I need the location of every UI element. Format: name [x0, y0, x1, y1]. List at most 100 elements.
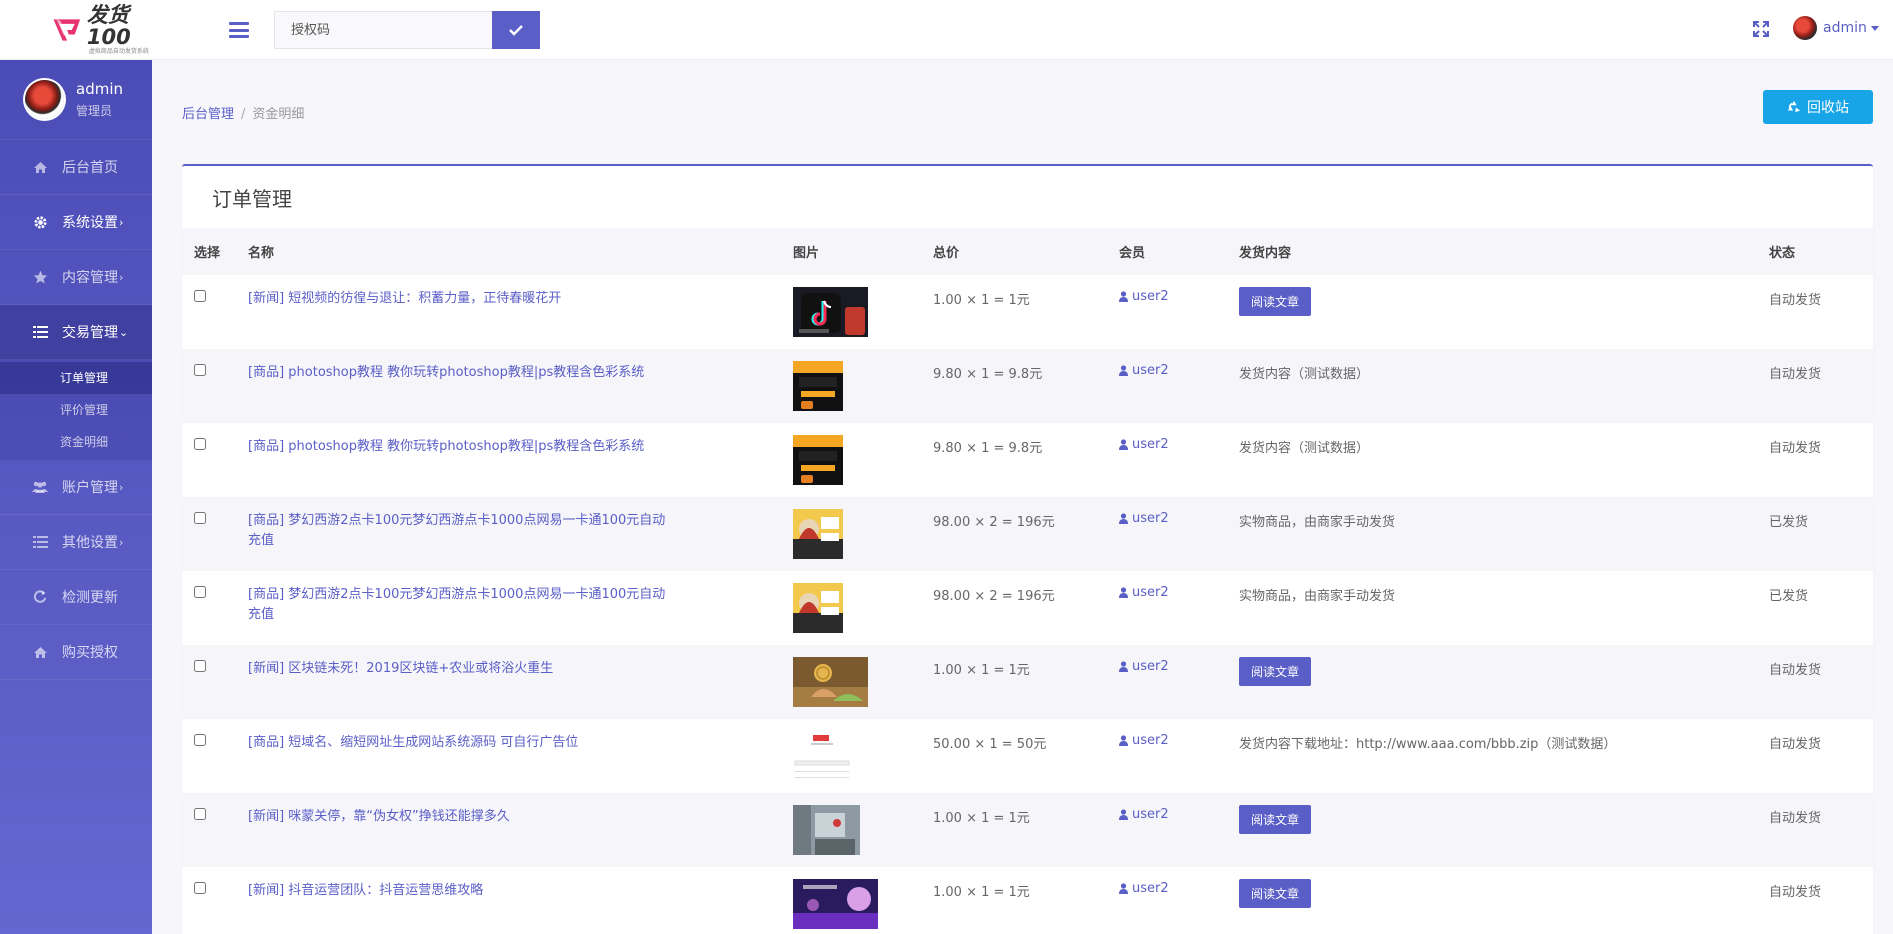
order-total: 1.00 × 1 = 1元	[933, 293, 1030, 308]
user-icon	[1119, 661, 1128, 672]
read-article-button[interactable]: 阅读文章	[1239, 657, 1312, 686]
column-header-name: 名称	[248, 246, 275, 261]
sidebar-item-system-settings[interactable]: 系统设置 ›	[0, 195, 152, 250]
member-link[interactable]: user2	[1119, 659, 1169, 674]
chevron-right-icon: ›	[119, 215, 124, 229]
order-name-link[interactable]: [新闻] 咪蒙关停，靠“伪女权”挣钱还能撑多久	[248, 807, 668, 827]
breadcrumb-current: 资金明细	[252, 107, 305, 122]
chevron-down-icon: ⌄	[119, 325, 129, 339]
member-link[interactable]: user2	[1119, 807, 1169, 822]
order-name-link[interactable]: [商品] 梦幻西游2点卡100元梦幻西游点卡1000点网易一卡通100元自动充值	[248, 585, 668, 625]
logo-title: 发货100	[86, 2, 131, 49]
member-name: user2	[1132, 289, 1169, 304]
sidebar: admin 管理员 后台首页 系统设置 › 内容管理 › 交易管理 ⌄ 订单管理…	[0, 60, 152, 934]
sidebar-item-label: 其他设置	[62, 535, 118, 551]
row-select-checkbox[interactable]	[194, 882, 206, 894]
member-name: user2	[1132, 437, 1169, 452]
table-row: [新闻] 抖音运营团队：抖音运营思维攻略 1.00 × 1 = 1元 user2…	[182, 867, 1873, 934]
read-article-button[interactable]: 阅读文章	[1239, 879, 1312, 908]
sidebar-item-other-settings[interactable]: 其他设置 ›	[0, 515, 152, 570]
user-icon	[1119, 513, 1128, 524]
order-status: 自动发货	[1769, 885, 1822, 900]
check-icon	[509, 25, 523, 36]
orders-card: 订单管理 选择 名称 图片 总价 会员 发货内容 状态 [新闻] 短视频的彷徨与…	[182, 164, 1873, 934]
license-code-input[interactable]	[274, 11, 492, 49]
sidebar-item-label: 购买授权	[62, 645, 118, 661]
breadcrumb-separator: /	[241, 107, 246, 122]
table-row: [商品] photoshop教程 教你玩转photoshop教程|ps教程含色彩…	[182, 349, 1873, 423]
logo-mark-icon	[53, 18, 81, 41]
row-select-checkbox[interactable]	[194, 586, 206, 598]
table-row: [新闻] 短视频的彷徨与退让：积蓄力量，正待春暖花开 1.00 × 1 = 1元…	[182, 275, 1873, 349]
delivery-content: 发货内容下载地址：http://www.aaa.com/bbb.zip（测试数据…	[1239, 737, 1617, 752]
submenu-item-reviews[interactable]: 评价管理	[0, 394, 152, 426]
table-row: [新闻] 区块链未死！2019区块链+农业或将浴火重生 1.00 × 1 = 1…	[182, 645, 1873, 719]
menu-toggle-icon[interactable]	[228, 19, 250, 41]
order-status: 自动发货	[1769, 737, 1822, 752]
order-name-link[interactable]: [新闻] 区块链未死！2019区块链+农业或将浴火重生	[248, 659, 668, 679]
recycle-bin-button[interactable]: 回收站	[1763, 90, 1873, 124]
member-link[interactable]: user2	[1119, 363, 1169, 378]
order-total: 9.80 × 1 = 9.8元	[933, 367, 1043, 382]
top-header: 发货100 虚拟商品自动发货系统 admin	[0, 0, 1893, 60]
sidebar-item-check-update[interactable]: 检测更新	[0, 570, 152, 625]
product-thumbnail	[793, 435, 933, 489]
product-thumbnail	[793, 657, 933, 711]
order-name-link[interactable]: [新闻] 抖音运营团队：抖音运营思维攻略	[248, 881, 668, 901]
member-name: user2	[1132, 881, 1169, 896]
submenu-item-orders[interactable]: 订单管理	[0, 362, 152, 394]
member-link[interactable]: user2	[1119, 881, 1169, 896]
order-total: 1.00 × 1 = 1元	[933, 663, 1030, 678]
row-select-checkbox[interactable]	[194, 438, 206, 450]
sidebar-item-dashboard[interactable]: 后台首页	[0, 140, 152, 195]
delivery-content: 发货内容（测试数据）	[1239, 441, 1370, 456]
order-name-link[interactable]: [商品] 短域名、缩短网址生成网站系统源码 可自行广告位	[248, 733, 668, 753]
column-header-image: 图片	[793, 246, 820, 261]
order-name-link[interactable]: [商品] 梦幻西游2点卡100元梦幻西游点卡1000点网易一卡通100元自动充值	[248, 511, 668, 551]
breadcrumb: 后台管理 / 资金明细	[182, 103, 304, 122]
sidebar-item-label: 内容管理	[62, 270, 118, 286]
table-row: [商品] 短域名、缩短网址生成网站系统源码 可自行广告位 50.00 × 1 =…	[182, 719, 1873, 793]
sidebar-item-content[interactable]: 内容管理 ›	[0, 250, 152, 305]
order-status: 已发货	[1769, 515, 1809, 530]
row-select-checkbox[interactable]	[194, 290, 206, 302]
row-select-checkbox[interactable]	[194, 660, 206, 672]
sidebar-item-buy-license[interactable]: 购买授权	[0, 625, 152, 680]
license-submit-button[interactable]	[492, 11, 540, 49]
order-status: 自动发货	[1769, 663, 1822, 678]
member-link[interactable]: user2	[1119, 585, 1169, 600]
sidebar-item-trade[interactable]: 交易管理 ⌄	[0, 305, 152, 360]
submenu-item-funds[interactable]: 资金明细	[0, 426, 152, 458]
sidebar-item-label: 交易管理	[62, 325, 118, 341]
recycle-icon	[1787, 100, 1801, 114]
read-article-button[interactable]: 阅读文章	[1239, 805, 1312, 834]
order-name-link[interactable]: [商品] photoshop教程 教你玩转photoshop教程|ps教程含色彩…	[248, 437, 668, 457]
caret-down-icon	[1870, 25, 1879, 31]
row-select-checkbox[interactable]	[194, 512, 206, 524]
read-article-button[interactable]: 阅读文章	[1239, 287, 1312, 316]
member-link[interactable]: user2	[1119, 511, 1169, 526]
order-name-link[interactable]: [新闻] 短视频的彷徨与退让：积蓄力量，正待春暖花开	[248, 289, 668, 309]
order-name-link[interactable]: [商品] photoshop教程 教你玩转photoshop教程|ps教程含色彩…	[248, 363, 668, 383]
row-select-checkbox[interactable]	[194, 364, 206, 376]
member-link[interactable]: user2	[1119, 733, 1169, 748]
sidebar-item-label: 检测更新	[62, 590, 118, 606]
user-menu[interactable]: admin	[1793, 16, 1879, 40]
member-name: user2	[1132, 733, 1169, 748]
fullscreen-icon[interactable]	[1752, 20, 1770, 38]
member-link[interactable]: user2	[1119, 289, 1169, 304]
trade-submenu: 订单管理 评价管理 资金明细	[0, 360, 152, 460]
breadcrumb-home-link[interactable]: 后台管理	[182, 107, 234, 122]
row-select-checkbox[interactable]	[194, 734, 206, 746]
delivery-content: 实物商品，由商家手动发货	[1239, 515, 1396, 530]
logo[interactable]: 发货100 虚拟商品自动发货系统	[0, 0, 152, 60]
column-header-select: 选择	[194, 246, 221, 261]
sidebar-item-accounts[interactable]: 账户管理 ›	[0, 460, 152, 515]
column-header-content: 发货内容	[1239, 246, 1292, 261]
orders-table: 选择 名称 图片 总价 会员 发货内容 状态 [新闻] 短视频的彷徨与退让：积蓄…	[182, 228, 1873, 934]
list-icon	[32, 534, 48, 550]
member-name: user2	[1132, 585, 1169, 600]
member-link[interactable]: user2	[1119, 437, 1169, 452]
row-select-checkbox[interactable]	[194, 808, 206, 820]
user-icon	[1119, 291, 1128, 302]
